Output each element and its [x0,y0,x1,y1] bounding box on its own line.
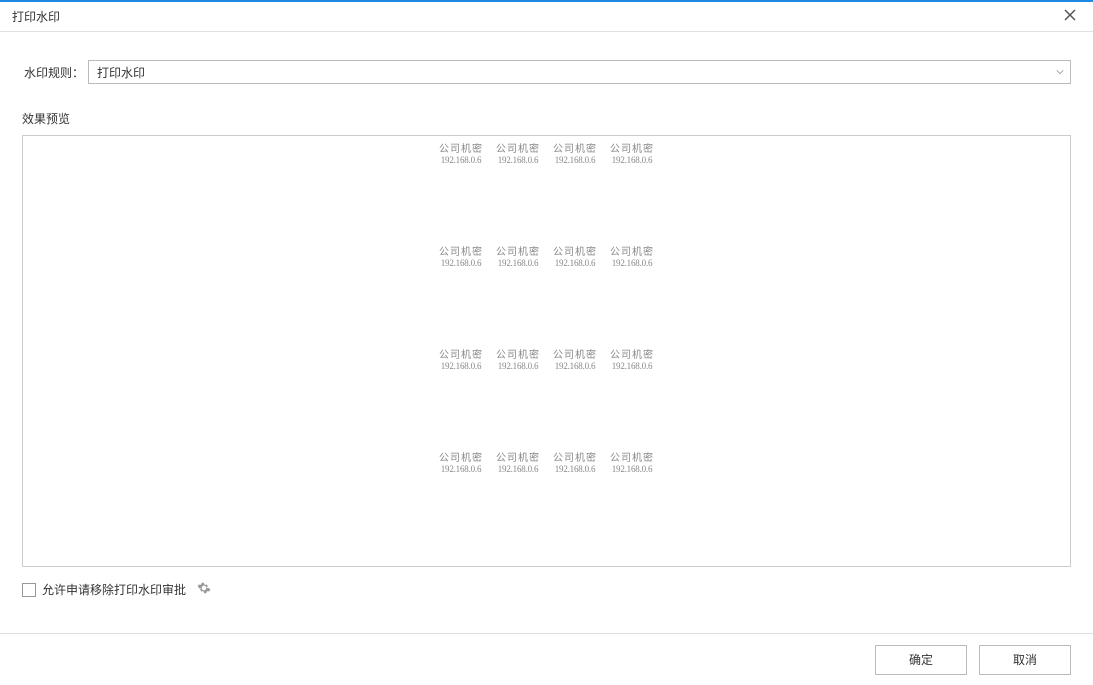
watermark-line2: 192.168.0.6 [547,361,603,371]
watermark-cell: 公司机密192.168.0.6 [604,449,660,474]
watermark-cell: 公司机密192.168.0.6 [433,243,489,268]
watermark-line1: 公司机密 [433,449,489,464]
watermark-line1: 公司机密 [433,243,489,258]
watermark-line1: 公司机密 [604,243,660,258]
watermark-row: 公司机密192.168.0.6公司机密192.168.0.6公司机密192.16… [23,140,1070,165]
preview-label: 效果预览 [22,110,1071,127]
watermark-line1: 公司机密 [547,140,603,155]
watermark-line1: 公司机密 [547,449,603,464]
watermark-cell: 公司机密192.168.0.6 [433,346,489,371]
preview-pane: 公司机密192.168.0.6公司机密192.168.0.6公司机密192.16… [22,135,1071,567]
watermark-cell: 公司机密192.168.0.6 [604,346,660,371]
watermark-line2: 192.168.0.6 [433,464,489,474]
watermark-line2: 192.168.0.6 [604,361,660,371]
watermark-line1: 公司机密 [433,346,489,361]
approval-settings-button[interactable] [196,582,212,598]
watermark-cell: 公司机密192.168.0.6 [547,140,603,165]
watermark-cell: 公司机密192.168.0.6 [490,243,546,268]
watermark-line1: 公司机密 [490,449,546,464]
watermark-cell: 公司机密192.168.0.6 [547,449,603,474]
dialog-footer: 确定 取消 [0,633,1093,685]
watermark-cell: 公司机密192.168.0.6 [490,449,546,474]
watermark-line2: 192.168.0.6 [433,155,489,165]
titlebar: 打印水印 [0,2,1093,32]
watermark-line1: 公司机密 [490,140,546,155]
watermark-line2: 192.168.0.6 [604,155,660,165]
watermark-line1: 公司机密 [604,346,660,361]
watermark-line1: 公司机密 [604,449,660,464]
watermark-line1: 公司机密 [547,243,603,258]
watermark-cell: 公司机密192.168.0.6 [547,243,603,268]
close-button[interactable] [1057,4,1083,30]
watermark-line2: 192.168.0.6 [433,361,489,371]
rule-row: 水印规则： 打印水印 [22,60,1071,84]
watermark-grid: 公司机密192.168.0.6公司机密192.168.0.6公司机密192.16… [23,140,1070,474]
ok-button[interactable]: 确定 [875,645,967,675]
watermark-line1: 公司机密 [490,243,546,258]
approval-row: 允许申请移除打印水印审批 [22,581,1071,598]
watermark-cell: 公司机密192.168.0.6 [604,140,660,165]
rule-select-value: 打印水印 [97,64,145,81]
approval-checkbox[interactable] [22,583,36,597]
watermark-cell: 公司机密192.168.0.6 [490,140,546,165]
watermark-cell: 公司机密192.168.0.6 [547,346,603,371]
watermark-row: 公司机密192.168.0.6公司机密192.168.0.6公司机密192.16… [23,346,1070,371]
gear-icon [197,581,211,598]
watermark-line2: 192.168.0.6 [433,258,489,268]
watermark-cell: 公司机密192.168.0.6 [490,346,546,371]
watermark-line2: 192.168.0.6 [547,155,603,165]
watermark-line2: 192.168.0.6 [547,464,603,474]
watermark-row: 公司机密192.168.0.6公司机密192.168.0.6公司机密192.16… [23,449,1070,474]
watermark-line2: 192.168.0.6 [547,258,603,268]
watermark-line2: 192.168.0.6 [490,258,546,268]
close-icon [1064,9,1076,24]
rule-label: 水印规则： [22,64,88,81]
cancel-button[interactable]: 取消 [979,645,1071,675]
watermark-line1: 公司机密 [547,346,603,361]
watermark-row: 公司机密192.168.0.6公司机密192.168.0.6公司机密192.16… [23,243,1070,268]
watermark-line2: 192.168.0.6 [490,155,546,165]
chevron-down-icon [1056,68,1064,76]
rule-select[interactable]: 打印水印 [88,60,1071,84]
watermark-line2: 192.168.0.6 [490,464,546,474]
watermark-line1: 公司机密 [604,140,660,155]
watermark-line1: 公司机密 [490,346,546,361]
watermark-cell: 公司机密192.168.0.6 [433,449,489,474]
watermark-cell: 公司机密192.168.0.6 [604,243,660,268]
watermark-line2: 192.168.0.6 [490,361,546,371]
watermark-line1: 公司机密 [433,140,489,155]
approval-checkbox-label[interactable]: 允许申请移除打印水印审批 [42,581,186,598]
window-title: 打印水印 [12,8,60,25]
watermark-cell: 公司机密192.168.0.6 [433,140,489,165]
watermark-line2: 192.168.0.6 [604,258,660,268]
watermark-line2: 192.168.0.6 [604,464,660,474]
